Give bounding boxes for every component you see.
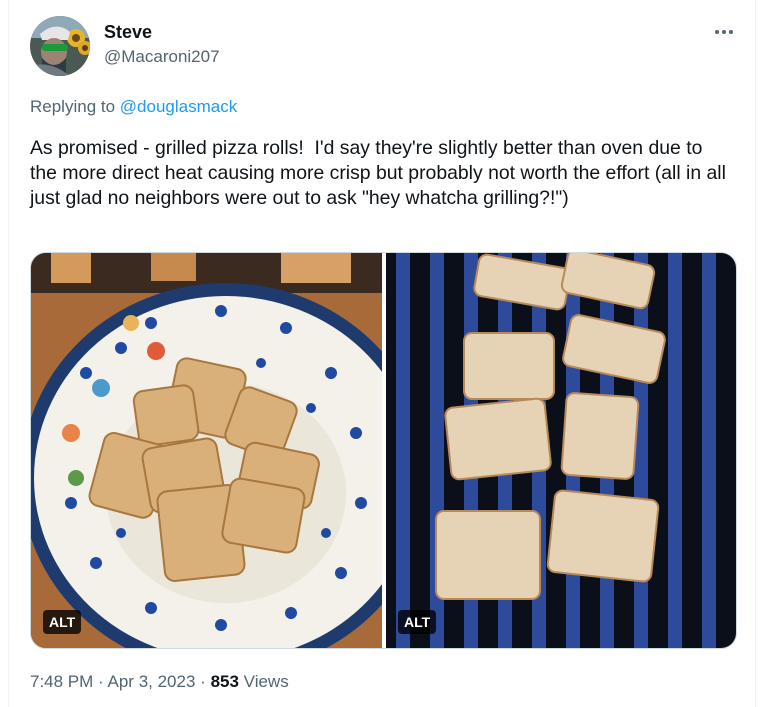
replying-to-link[interactable]: @douglasmack	[120, 97, 237, 116]
replying-to-label: Replying to	[30, 97, 116, 116]
photo-pizza-rolls-grill	[386, 253, 736, 648]
meta-separator: ·	[98, 672, 104, 691]
views-label: Views	[243, 672, 289, 691]
tweet-date[interactable]: Apr 3, 2023	[108, 672, 196, 691]
alt-badge[interactable]: ALT	[43, 610, 82, 634]
meta-separator: ·	[200, 672, 206, 691]
views-count: 853	[210, 672, 239, 691]
tweet-card: Steve @Macaroni207 Replying to @douglasm…	[0, 0, 760, 707]
divider-right	[755, 0, 756, 707]
avatar-image	[30, 16, 90, 76]
photo-pizza-rolls-bowl	[31, 253, 431, 648]
divider-left	[8, 0, 9, 707]
tweet-text: As promised - grilled pizza rolls! I'd s…	[30, 137, 732, 209]
more-horizontal-icon[interactable]	[712, 22, 736, 42]
media-photo-grill[interactable]: ALT	[386, 253, 736, 648]
author-handle[interactable]: @Macaroni207	[104, 47, 220, 67]
avatar[interactable]	[30, 16, 90, 76]
more-dots	[715, 30, 733, 34]
tweet-meta: 7:48 PM · Apr 3, 2023 · 853 Views	[30, 672, 289, 692]
media-grid: ALT ALT	[30, 252, 737, 649]
media-photo-bowl[interactable]: ALT	[31, 253, 431, 648]
alt-badge[interactable]: ALT	[398, 610, 437, 634]
tweet-time[interactable]: 7:48 PM	[30, 672, 93, 691]
replying-to: Replying to @douglasmack	[30, 97, 237, 117]
author-name[interactable]: Steve	[104, 22, 152, 43]
